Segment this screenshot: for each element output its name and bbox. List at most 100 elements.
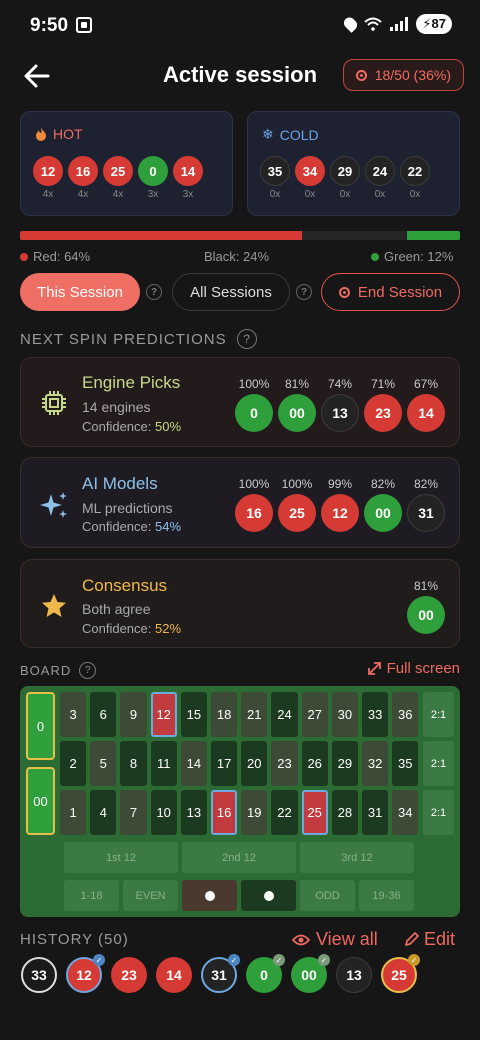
column-bet[interactable]: 2:1 bbox=[423, 790, 454, 835]
history-item[interactable]: 14 bbox=[156, 957, 192, 993]
predicted-number[interactable]: 82% 31 bbox=[407, 477, 445, 532]
board-cell-25[interactable]: 25 bbox=[301, 790, 328, 835]
help-icon[interactable]: ? bbox=[236, 329, 257, 349]
dozen-bet[interactable]: 1st 12 bbox=[64, 842, 178, 873]
board-cell-11[interactable]: 11 bbox=[150, 741, 177, 786]
board-cell-34[interactable]: 34 bbox=[392, 790, 419, 835]
number-ball: 31 bbox=[407, 494, 445, 532]
board-cell-21[interactable]: 21 bbox=[241, 692, 268, 737]
edit-history-button[interactable]: Edit bbox=[404, 929, 455, 950]
prediction-card-ai[interactable]: AI Models ML predictions Confidence: 54%… bbox=[20, 457, 460, 548]
board-cell-00[interactable]: 00 bbox=[26, 767, 55, 835]
board-cell-18[interactable]: 18 bbox=[211, 692, 238, 737]
board-cell-5[interactable]: 5 bbox=[90, 741, 117, 786]
predicted-number[interactable]: 74% 13 bbox=[321, 377, 359, 432]
help-icon[interactable]: ? bbox=[146, 284, 162, 300]
dozen-bet[interactable]: 3rd 12 bbox=[300, 842, 414, 873]
history-item[interactable]: 23 bbox=[111, 957, 147, 993]
tab-this-session[interactable]: This Session bbox=[20, 273, 140, 311]
board-cell-30[interactable]: 30 bbox=[331, 692, 358, 737]
board-cell-12[interactable]: 12 bbox=[150, 692, 177, 737]
hot-number-item[interactable]: 25 4x bbox=[103, 156, 133, 200]
board-cell-32[interactable]: 32 bbox=[362, 741, 389, 786]
board-cell-17[interactable]: 17 bbox=[211, 741, 238, 786]
black-bet[interactable] bbox=[241, 880, 296, 911]
history-item[interactable]: 33 bbox=[21, 957, 57, 993]
history-item[interactable]: 12 ✓ bbox=[66, 954, 105, 993]
end-session-button[interactable]: End Session bbox=[321, 273, 460, 311]
outside-bet[interactable]: ODD bbox=[300, 880, 355, 911]
board-cell-29[interactable]: 29 bbox=[331, 741, 358, 786]
board-cell-7[interactable]: 7 bbox=[120, 790, 147, 835]
board-cell-27[interactable]: 27 bbox=[301, 692, 328, 737]
prediction-card-consensus[interactable]: Consensus Both agree Confidence: 52% 81%… bbox=[20, 559, 460, 648]
board-cell-15[interactable]: 15 bbox=[180, 692, 207, 737]
board-cell-16[interactable]: 16 bbox=[211, 790, 238, 835]
view-all-button[interactable]: View all bbox=[292, 929, 378, 950]
hot-number-item[interactable]: 12 4x bbox=[33, 156, 63, 200]
column-bet[interactable]: 2:1 bbox=[423, 692, 454, 737]
board-cell-26[interactable]: 26 bbox=[301, 741, 328, 786]
hot-number-item[interactable]: 16 4x bbox=[68, 156, 98, 200]
red-bet[interactable] bbox=[182, 880, 237, 911]
history-item[interactable]: 25 ✓ bbox=[381, 954, 420, 993]
pick-percentage: 82% bbox=[413, 477, 439, 491]
board-cell-24[interactable]: 24 bbox=[271, 692, 298, 737]
board-cell-14[interactable]: 14 bbox=[180, 741, 207, 786]
full-screen-button[interactable]: Full screen bbox=[367, 660, 460, 677]
board-cell-0[interactable]: 0 bbox=[26, 692, 55, 760]
cold-number-item[interactable]: 35 0x bbox=[260, 156, 290, 200]
board-cell-3[interactable]: 3 bbox=[60, 692, 87, 737]
cold-number-item[interactable]: 24 0x bbox=[365, 156, 395, 200]
history-item[interactable]: 00 ✓ bbox=[291, 954, 330, 993]
board-cell-4[interactable]: 4 bbox=[90, 790, 117, 835]
board-cell-13[interactable]: 13 bbox=[180, 790, 207, 835]
board-cell-22[interactable]: 22 bbox=[271, 790, 298, 835]
outside-bet[interactable]: 19-36 bbox=[359, 880, 414, 911]
hit-rate-badge[interactable]: 18/50 (36%) bbox=[342, 59, 464, 91]
board-cell-31[interactable]: 31 bbox=[362, 790, 389, 835]
board-cell-6[interactable]: 6 bbox=[90, 692, 117, 737]
help-icon[interactable]: ? bbox=[79, 662, 97, 679]
number-ball: 0 bbox=[138, 156, 168, 186]
outside-bet[interactable]: EVEN bbox=[123, 880, 178, 911]
board-cell-1[interactable]: 1 bbox=[60, 790, 87, 835]
predicted-number[interactable]: 100% 0 bbox=[235, 377, 273, 432]
board-cell-9[interactable]: 9 bbox=[120, 692, 147, 737]
predicted-number[interactable]: 99% 12 bbox=[321, 477, 359, 532]
history-item[interactable]: 31 ✓ bbox=[201, 954, 240, 993]
hot-number-item[interactable]: 14 3x bbox=[173, 156, 203, 200]
column-bet[interactable]: 2:1 bbox=[423, 741, 454, 786]
board-cell-20[interactable]: 20 bbox=[241, 741, 268, 786]
board-cell-23[interactable]: 23 bbox=[271, 741, 298, 786]
dozen-bet[interactable]: 2nd 12 bbox=[182, 842, 296, 873]
predicted-number[interactable]: 81% 00 bbox=[278, 377, 316, 432]
cold-number-item[interactable]: 34 0x bbox=[295, 156, 325, 200]
board-cell-35[interactable]: 35 bbox=[392, 741, 419, 786]
board-cell-33[interactable]: 33 bbox=[362, 692, 389, 737]
predicted-number[interactable]: 82% 00 bbox=[364, 477, 402, 532]
history-item[interactable]: 13 bbox=[336, 957, 372, 993]
board-cell-36[interactable]: 36 bbox=[392, 692, 419, 737]
help-icon[interactable]: ? bbox=[296, 284, 312, 300]
hot-number-item[interactable]: 0 3x bbox=[138, 156, 168, 200]
board-cell-19[interactable]: 19 bbox=[241, 790, 268, 835]
predicted-number[interactable]: 67% 14 bbox=[407, 377, 445, 432]
star-icon bbox=[42, 594, 66, 617]
board-cell-28[interactable]: 28 bbox=[331, 790, 358, 835]
history-item[interactable]: 0 ✓ bbox=[246, 954, 285, 993]
tab-all-sessions[interactable]: All Sessions bbox=[172, 273, 290, 311]
outside-bet[interactable]: 1-18 bbox=[64, 880, 119, 911]
board-cell-8[interactable]: 8 bbox=[120, 741, 147, 786]
prediction-card-engine[interactable]: Engine Picks 14 engines Confidence: 50% … bbox=[20, 357, 460, 447]
cold-number-item[interactable]: 29 0x bbox=[330, 156, 360, 200]
predicted-number[interactable]: 71% 23 bbox=[364, 377, 402, 432]
number-ball: 14 bbox=[156, 957, 192, 993]
board-cell-2[interactable]: 2 bbox=[60, 741, 87, 786]
predicted-number[interactable]: 81% 00 bbox=[407, 579, 445, 634]
board-cell-10[interactable]: 10 bbox=[150, 790, 177, 835]
predicted-number[interactable]: 100% 25 bbox=[278, 477, 316, 532]
cold-number-item[interactable]: 22 0x bbox=[400, 156, 430, 200]
fire-icon bbox=[36, 127, 46, 141]
predicted-number[interactable]: 100% 16 bbox=[235, 477, 273, 532]
